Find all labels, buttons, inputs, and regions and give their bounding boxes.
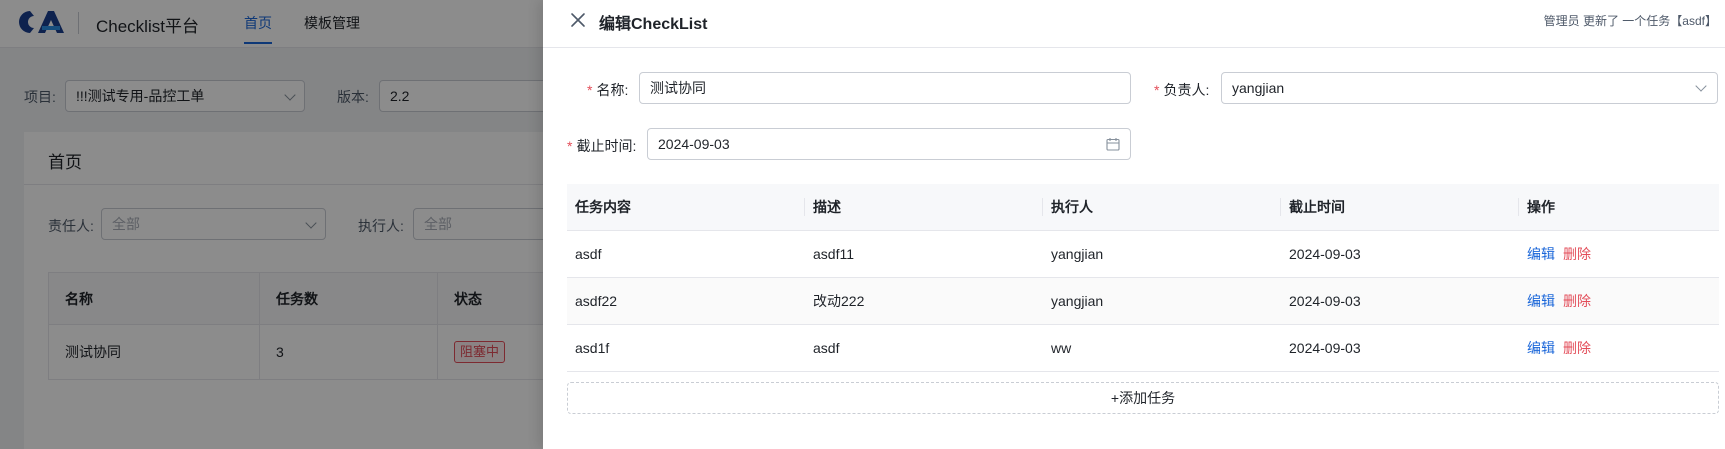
required-mark: * (587, 82, 593, 98)
calendar-icon (1106, 138, 1120, 151)
activity-log: 管理员 更新了 一个任务【asdf】 (1543, 14, 1717, 28)
column-header-deadline: 截止时间 (1281, 184, 1519, 231)
task-content: asdf22 (567, 277, 805, 325)
column-header-actions: 操作 (1519, 184, 1719, 231)
owner-select[interactable]: yangjian (1221, 72, 1718, 104)
close-icon[interactable] (570, 12, 586, 28)
task-desc: asdf11 (805, 230, 1043, 278)
drawer-header: 编辑CheckList 管理员 更新了 一个任务【asdf】 (543, 0, 1725, 48)
column-header-executor: 执行人 (1043, 184, 1281, 231)
owner-select-value: yangjian (1232, 80, 1285, 96)
deadline-picker[interactable]: 2024-09-03 (647, 128, 1131, 160)
edit-task-button[interactable]: 编辑 (1527, 340, 1555, 356)
task-actions: 编辑 删除 (1519, 277, 1719, 325)
task-deadline: 2024-09-03 (1281, 277, 1519, 325)
edit-checklist-drawer: 编辑CheckList 管理员 更新了 一个任务【asdf】 * 名称: 测试协同… (543, 0, 1725, 449)
delete-task-button[interactable]: 删除 (1563, 246, 1591, 262)
add-task-button[interactable]: +添加任务 (567, 382, 1719, 414)
table-row: asdf22 改动222 yangjian 2024-09-03 编辑 删除 (567, 277, 1719, 325)
owner-label: * 负责人: (1154, 82, 1210, 98)
deadline-label: * 截止时间: (567, 138, 637, 154)
delete-task-button[interactable]: 删除 (1563, 340, 1591, 356)
name-input[interactable]: 测试协同 (639, 72, 1131, 104)
task-content: asd1f (567, 324, 805, 372)
task-desc: 改动222 (805, 277, 1043, 325)
column-header-content: 任务内容 (567, 184, 805, 231)
edit-task-button[interactable]: 编辑 (1527, 246, 1555, 262)
chevron-down-icon (1695, 80, 1707, 92)
delete-task-button[interactable]: 删除 (1563, 293, 1591, 309)
table-row: asdf asdf11 yangjian 2024-09-03 编辑 删除 (567, 230, 1719, 278)
task-executor: yangjian (1043, 230, 1281, 278)
task-executor: ww (1043, 324, 1281, 372)
drawer-title: 编辑CheckList (599, 16, 708, 33)
column-header-desc: 描述 (805, 184, 1043, 231)
task-table: 任务内容 描述 执行人 截止时间 操作 asdf asdf11 yangjian… (567, 184, 1719, 372)
required-mark: * (567, 138, 573, 154)
required-mark: * (1154, 82, 1160, 98)
deadline-value: 2024-09-03 (658, 136, 730, 152)
task-actions: 编辑 删除 (1519, 230, 1719, 278)
task-desc: asdf (805, 324, 1043, 372)
task-executor: yangjian (1043, 277, 1281, 325)
task-deadline: 2024-09-03 (1281, 324, 1519, 372)
name-label: * 名称: (587, 82, 629, 98)
edit-task-button[interactable]: 编辑 (1527, 293, 1555, 309)
task-deadline: 2024-09-03 (1281, 230, 1519, 278)
task-content: asdf (567, 230, 805, 278)
task-actions: 编辑 删除 (1519, 324, 1719, 372)
table-row: asd1f asdf ww 2024-09-03 编辑 删除 (567, 324, 1719, 372)
name-input-value: 测试协同 (650, 80, 706, 96)
